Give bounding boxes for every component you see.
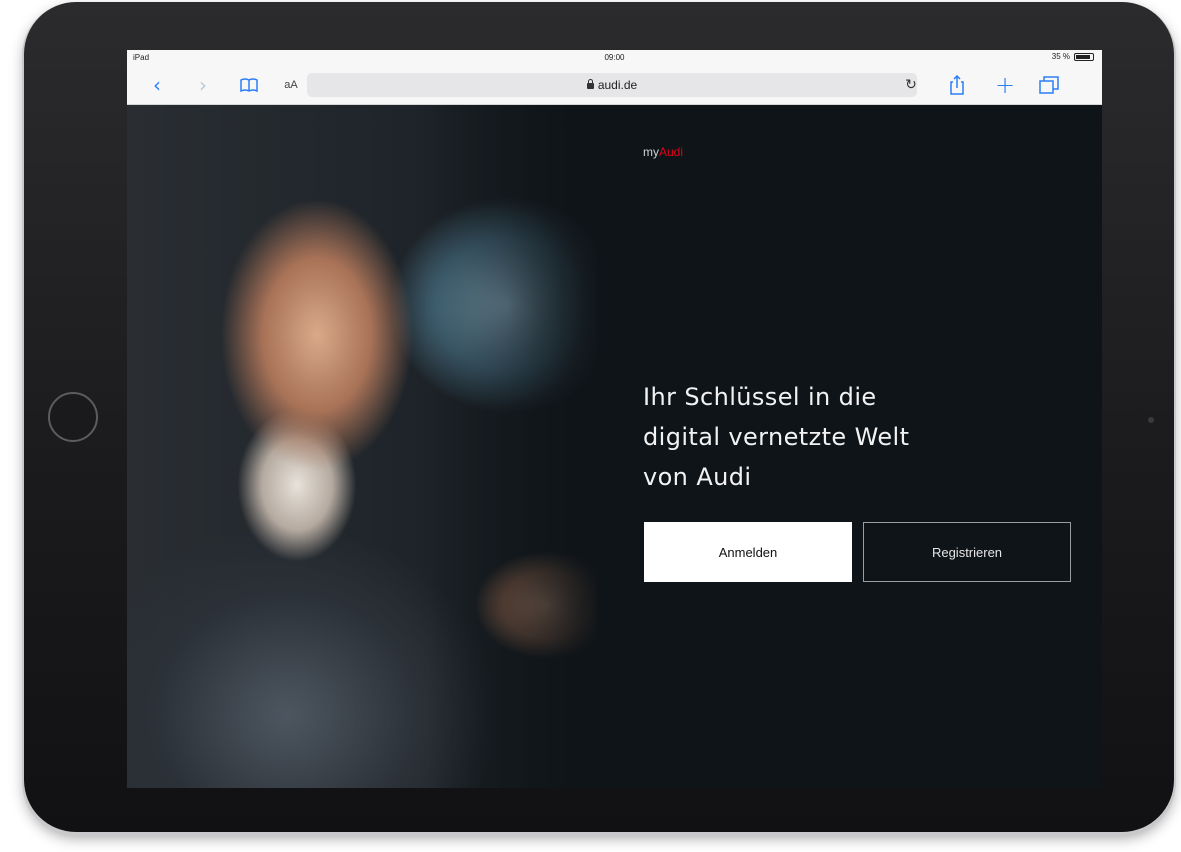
- photo-fade-overlay: [427, 105, 607, 788]
- myaudi-logo: myAudi: [643, 145, 683, 159]
- logo-brand: Audi: [659, 145, 684, 159]
- camera-dot: [1148, 417, 1154, 423]
- address-url: audi.de: [307, 78, 917, 92]
- tablet-screen: iPad 09:00 35 % ‹ › aA audi.de ↻ + myAud…: [127, 50, 1102, 788]
- plus-icon[interactable]: +: [991, 68, 1019, 102]
- register-button[interactable]: Registrieren: [863, 522, 1071, 582]
- chevron-right-icon[interactable]: ›: [189, 68, 217, 102]
- url-label: audi.de: [597, 78, 638, 92]
- battery-status: 35 %: [1052, 52, 1094, 61]
- book-icon[interactable]: [235, 68, 263, 102]
- login-button[interactable]: Anmelden: [644, 522, 852, 582]
- battery-icon: [1074, 52, 1094, 61]
- logo-prefix: my: [643, 145, 659, 159]
- headline-line-3: von Audi: [643, 463, 752, 491]
- share-icon[interactable]: [943, 68, 971, 102]
- browser-nav-row: ‹ › aA audi.de ↻ +: [127, 68, 1102, 102]
- browser-toolbar: iPad 09:00 35 % ‹ › aA audi.de ↻ +: [127, 50, 1102, 105]
- text-size-icon[interactable]: aA: [277, 68, 305, 102]
- lock-icon: [586, 79, 594, 89]
- chevron-left-icon[interactable]: ‹: [143, 68, 171, 102]
- battery-percentage: 35 %: [1051, 52, 1070, 61]
- tabs-icon[interactable]: [1035, 68, 1063, 102]
- headline-line-2: digital vernetzte Welt: [643, 423, 910, 451]
- reload-icon[interactable]: ↻: [897, 68, 925, 102]
- address-bar[interactable]: audi.de: [307, 73, 917, 97]
- status-time: 09:00: [604, 53, 625, 62]
- status-bar: iPad 09:00 35 %: [127, 50, 1102, 66]
- page-headline: Ihr Schlüssel in die digital vernetzte W…: [643, 377, 1063, 497]
- headline-line-1: Ihr Schlüssel in die: [643, 383, 877, 411]
- login-hero: myAudi Ihr Schlüssel in die digital vern…: [127, 105, 1102, 788]
- home-button[interactable]: [48, 392, 98, 442]
